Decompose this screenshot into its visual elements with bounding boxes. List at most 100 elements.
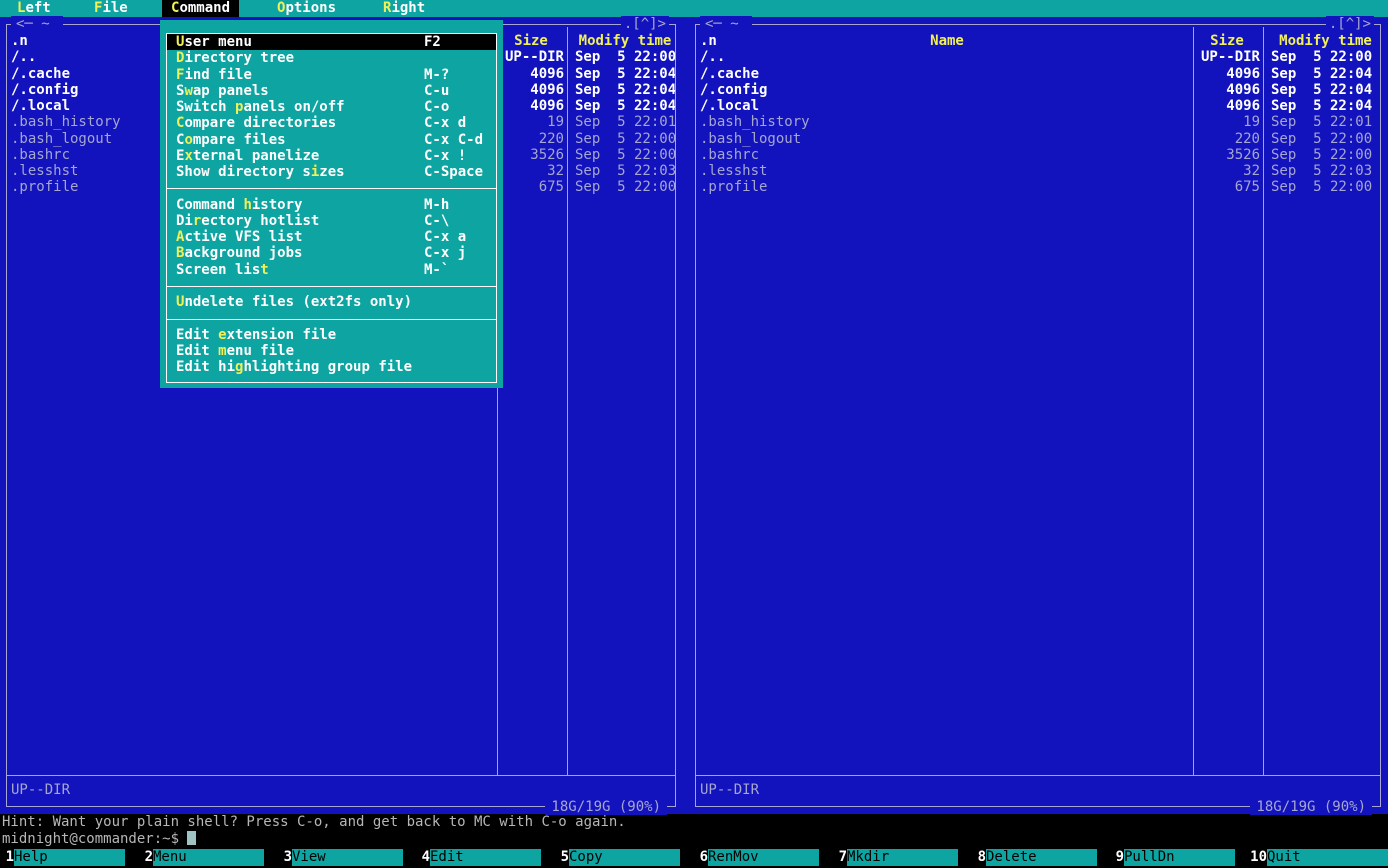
column-header-size[interactable]: Size <box>1194 33 1264 49</box>
menu-bar: Left File Command Options Right <box>0 0 1388 17</box>
column-separator <box>1263 27 1264 775</box>
file-mtime: Sep 5 22:00 <box>1264 179 1380 195</box>
menu-item-show-directory-sizes[interactable]: Show directory sizesC-Space <box>167 164 496 180</box>
shell-prompt-line[interactable]: midnight@commander:~$ <box>2 831 1388 848</box>
file-mtime: Sep 5 22:01 <box>1264 114 1380 130</box>
file-name: .lesshst <box>696 163 1194 179</box>
file-mtime: Sep 5 22:03 <box>1264 163 1380 179</box>
menu-item-shortcut: C-Space <box>424 164 483 180</box>
function-key-1-help[interactable]: 1 Help <box>0 849 125 866</box>
file-row[interactable]: .bash_history 19 Sep 5 22:01 <box>696 114 1380 130</box>
file-row[interactable]: .profile 675 Sep 5 22:00 <box>696 179 1380 195</box>
menu-separator <box>167 278 496 294</box>
function-key-5-copy[interactable]: 5 Copy <box>555 849 680 866</box>
function-key-10-quit[interactable]: 10 Quit <box>1249 849 1388 866</box>
column-separator <box>567 27 568 775</box>
file-row[interactable]: .lesshst 32 Sep 5 22:03 <box>696 163 1380 179</box>
file-mtime: Sep 5 22:00 <box>568 147 675 163</box>
file-mtime: Sep 5 22:00 <box>1264 131 1380 147</box>
file-row[interactable]: /.. UP--DIR Sep 5 22:00 <box>696 49 1380 65</box>
file-row[interactable]: /.local 4096 Sep 5 22:04 <box>696 98 1380 114</box>
file-row[interactable]: .bash_logout 220 Sep 5 22:00 <box>696 131 1380 147</box>
function-key-3-view[interactable]: 3 View <box>278 849 403 866</box>
file-size: 32 <box>1194 163 1264 179</box>
file-mtime: Sep 5 22:00 <box>1264 147 1380 163</box>
function-key-label: Mkdir <box>847 849 958 866</box>
file-mtime: Sep 5 22:01 <box>568 114 675 130</box>
menu-item-switch-panels-on-off[interactable]: Switch panels on/offC-o <box>167 99 496 115</box>
menubar-item-left[interactable]: Left <box>17 0 51 17</box>
menu-item-screen-list[interactable]: Screen listM-` <box>167 262 496 278</box>
file-row[interactable]: /.config 4096 Sep 5 22:04 <box>696 82 1380 98</box>
menu-item-compare-directories[interactable]: Compare directoriesC-x d <box>167 115 496 131</box>
column-header-name[interactable]: .nName <box>696 33 1194 49</box>
file-size: 32 <box>498 163 568 179</box>
function-key-2-menu[interactable]: 2 Menu <box>139 849 264 866</box>
menu-item-edit-extension-file[interactable]: Edit extension file <box>167 327 496 343</box>
function-key-label: RenMov <box>708 849 819 866</box>
function-key-number: 8 <box>972 849 986 866</box>
file-mtime: Sep 5 22:00 <box>1264 49 1380 65</box>
file-mtime: Sep 5 22:04 <box>568 82 675 98</box>
function-key-label: Delete <box>986 849 1097 866</box>
column-header-mtime[interactable]: Modify time <box>568 33 675 49</box>
menu-item-shortcut: M-? <box>424 67 449 83</box>
mc-screen: Left File Command Options Right <─ ~ .[^]> .… <box>0 0 1388 868</box>
column-header-mtime[interactable]: Modify time <box>1264 33 1380 49</box>
menu-item-shortcut: C-\ <box>424 213 449 229</box>
menu-item-compare-files[interactable]: Compare filesC-x C-d <box>167 132 496 148</box>
panel-mini-status: UP--DIR <box>11 782 70 798</box>
menu-item-external-panelize[interactable]: External panelizeC-x ! <box>167 148 496 164</box>
mini-status-separator <box>696 775 1380 776</box>
menu-item-active-vfs-list[interactable]: Active VFS listC-x a <box>167 229 496 245</box>
menu-item-background-jobs[interactable]: Background jobsC-x j <box>167 245 496 261</box>
menubar-item-right[interactable]: Right <box>383 0 425 17</box>
function-key-6-renmov[interactable]: 6 RenMov <box>694 849 819 866</box>
panel-path[interactable]: <─ ~ <box>11 16 63 32</box>
function-key-number: 7 <box>833 849 847 866</box>
file-size: 4096 <box>498 82 568 98</box>
file-size: 675 <box>498 179 568 195</box>
file-name: /.. <box>696 49 1194 65</box>
file-size: 220 <box>498 131 568 147</box>
menu-item-shortcut: F2 <box>424 34 441 50</box>
function-key-9-pulldn[interactable]: 9 PullDn <box>1110 849 1235 866</box>
function-key-8-delete[interactable]: 8 Delete <box>972 849 1097 866</box>
file-size: 675 <box>1194 179 1264 195</box>
menu-item-user-menu[interactable]: User menuF2 <box>167 34 496 50</box>
file-row[interactable]: /.cache 4096 Sep 5 22:04 <box>696 66 1380 82</box>
function-key-7-mkdir[interactable]: 7 Mkdir <box>833 849 958 866</box>
function-key-number: 5 <box>555 849 569 866</box>
function-key-label: Quit <box>1267 849 1388 866</box>
menu-item-shortcut: C-x d <box>424 115 466 131</box>
menubar-item-options[interactable]: Options <box>277 0 336 17</box>
file-size: 220 <box>1194 131 1264 147</box>
menu-item-directory-tree[interactable]: Directory tree <box>167 50 496 66</box>
function-key-number: 1 <box>0 849 14 866</box>
menu-item-directory-hotlist[interactable]: Directory hotlistC-\ <box>167 213 496 229</box>
menu-item-undelete-files-ext2fs-only[interactable]: Undelete files (ext2fs only) <box>167 294 496 310</box>
menu-separator <box>167 311 496 327</box>
file-size: 4096 <box>1194 66 1264 82</box>
menu-item-find-file[interactable]: Find fileM-? <box>167 67 496 83</box>
function-key-4-edit[interactable]: 4 Edit <box>416 849 541 866</box>
column-header-size[interactable]: Size <box>498 33 568 49</box>
file-row[interactable]: .bashrc 3526 Sep 5 22:00 <box>696 147 1380 163</box>
menubar-item-file[interactable]: File <box>94 0 128 17</box>
menu-item-edit-highlighting-group-file[interactable]: Edit highlighting group file <box>167 359 496 375</box>
file-size: 4096 <box>498 66 568 82</box>
function-key-label: Copy <box>569 849 680 866</box>
file-name: /.config <box>696 82 1194 98</box>
panel-corner-buttons[interactable]: .[^]> <box>621 16 669 32</box>
menu-item-command-history[interactable]: Command historyM-h <box>167 197 496 213</box>
menu-item-swap-panels[interactable]: Swap panelsC-u <box>167 83 496 99</box>
menubar-item-command[interactable]: Command <box>162 0 239 17</box>
panel-free-space: 18G/19G (90%) <box>1250 799 1372 815</box>
panel-path[interactable]: <─ ~ <box>700 16 752 32</box>
panel-free-space: 18G/19G (90%) <box>545 799 667 815</box>
menu-item-shortcut: C-x C-d <box>424 132 483 148</box>
menu-item-edit-menu-file[interactable]: Edit menu file <box>167 343 496 359</box>
menu-item-shortcut: C-x ! <box>424 148 466 164</box>
panel-corner-buttons[interactable]: .[^]> <box>1326 16 1374 32</box>
menu-item-shortcut: C-x a <box>424 229 466 245</box>
